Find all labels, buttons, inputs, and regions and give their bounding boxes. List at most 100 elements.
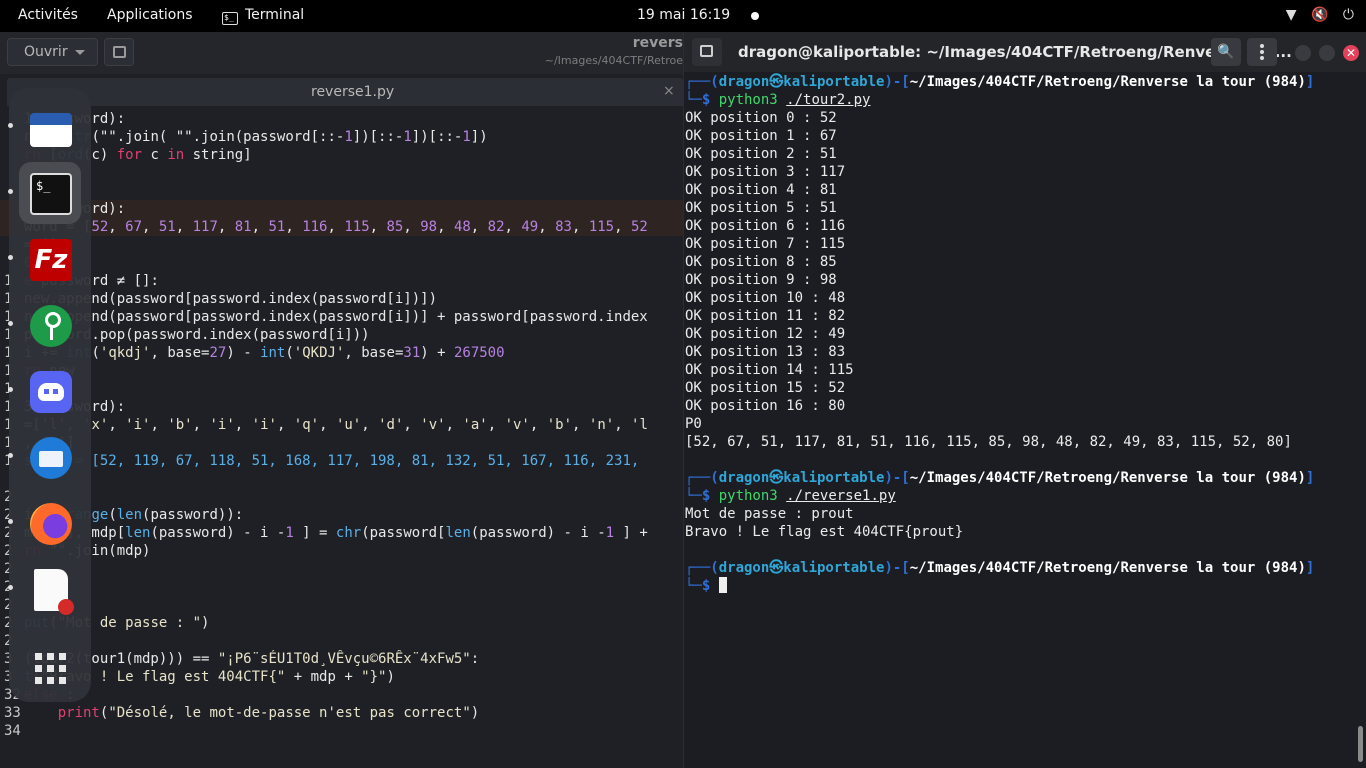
dock-item-filezilla[interactable]: Fz <box>8 228 81 290</box>
output-line: OK position 8 : 85 <box>685 254 837 270</box>
code-token: ] + <box>614 525 648 541</box>
code-line: 2 <box>0 560 683 578</box>
grid-dot-icon <box>35 653 42 660</box>
dock-item-thunderbird[interactable] <box>8 426 81 488</box>
minimize-button[interactable] <box>1295 45 1311 61</box>
terminal-output[interactable]: ┌──(dragon㉿kaliportable)-[~/Images/404CT… <box>684 72 1366 768</box>
close-button[interactable]: ✕ <box>1343 45 1359 61</box>
dock-item-apps[interactable] <box>19 634 81 696</box>
code-token: 'i' <box>125 417 151 433</box>
code-token: 31 <box>403 345 421 361</box>
output-line: OK position 10 : 48 <box>685 290 846 306</box>
code-token: 115 <box>344 219 370 235</box>
code-line: 2mdp[i], mdp[len(password) - i -1 ] = ch… <box>0 524 683 542</box>
code-line: 3(tour2(tour1(mdp))) == "¡P6¨sÉU1T0d¸VÊv… <box>0 650 683 668</box>
code-token: , <box>504 219 522 235</box>
code-line: ng = str("".join( "".join(password[::-1]… <box>0 128 683 146</box>
code-line: 1i += int('qkdj', base=27) - int('QKDJ',… <box>0 344 683 362</box>
terminal-window: dragon@kaliportable: ~/Images/404CTF/Ret… <box>683 32 1366 768</box>
command-argument: ./tour2.py <box>786 92 871 108</box>
dock-item-keepass[interactable] <box>8 294 81 356</box>
open-button-label: Ouvrir <box>24 44 68 60</box>
code-line: 1e password ≠ []: <box>0 272 683 290</box>
output-line: OK position 9 : 98 <box>685 272 837 288</box>
terminal-icon: $_ <box>30 173 72 215</box>
filezilla-icon: Fz <box>30 239 72 281</box>
code-token: 267500 <box>453 345 505 361</box>
files-icon <box>30 113 72 147</box>
terminal-title: dragon@kaliportable: ~/Images/404CTF/Ret… <box>738 43 1292 61</box>
code-token: , <box>285 219 303 235</box>
code-token: , <box>251 219 269 235</box>
dock-item-files[interactable] <box>8 96 81 158</box>
code-token: 85 <box>386 219 404 235</box>
code-token: 51 <box>158 219 176 235</box>
running-indicator-icon <box>8 387 13 392</box>
grid-dot-icon <box>47 677 54 684</box>
output-line: OK position 15 : 52 <box>685 380 846 396</box>
output-line: Bravo ! Le flag est 404CTF{prout} <box>685 524 964 540</box>
code-token: in <box>167 147 185 163</box>
activities-button[interactable]: Activités <box>18 7 78 23</box>
prompt-frame: └─$ <box>685 92 719 108</box>
open-button[interactable]: Ouvrir <box>7 38 98 66</box>
top-bar: Activités Applications $_ Terminal 19 mai… <box>0 0 1366 32</box>
code-token: , <box>150 417 168 433</box>
code-token: 'qkdj' <box>99 345 151 361</box>
close-tab-icon[interactable]: × <box>663 83 675 99</box>
output-line: OK position 11 : 82 <box>685 308 846 324</box>
app-menu[interactable]: $_ Terminal <box>222 7 304 25</box>
code-token: 1 <box>285 525 294 541</box>
menu-button[interactable] <box>1247 38 1277 66</box>
running-indicator-icon <box>8 453 13 458</box>
command-program: python3 <box>718 488 778 504</box>
code-token: 67 <box>125 219 143 235</box>
dock: $_ Fz <box>8 88 91 702</box>
code-token: (password) - i - <box>150 525 286 541</box>
code-token: string] <box>184 147 252 163</box>
applications-menu[interactable]: Applications <box>107 7 193 23</box>
chevron-down-icon <box>75 50 85 55</box>
app-menu-label: Terminal <box>245 7 305 23</box>
code-line: 3t("Bravo ! Le flag est 404CTF{" + mdp +… <box>0 668 683 686</box>
dock-item-terminal[interactable]: $_ <box>8 162 81 224</box>
clock[interactable]: 19 mai 16:19 <box>637 7 730 23</box>
output-line: [52, 67, 51, 117, 81, 51, 116, 115, 85, … <box>685 434 1292 450</box>
editor-icon <box>34 569 74 615</box>
output-line: OK position 14 : 115 <box>685 362 854 378</box>
output-line: OK position 5 : 51 <box>685 200 837 216</box>
dock-item-discord[interactable] <box>8 360 81 422</box>
code-token: 'i' <box>209 417 235 433</box>
code-token: ] = <box>293 525 336 541</box>
code-token: , <box>276 417 294 433</box>
scrollbar[interactable] <box>1358 726 1363 762</box>
code-token: 'v' <box>504 417 530 433</box>
dock-item-editor[interactable] <box>8 558 81 620</box>
system-status-area[interactable]: ▼ 🔇 ⏻ <box>1276 7 1354 23</box>
code-token: ]) <box>470 129 488 145</box>
code-area[interactable]: 1(password):ng = str("".join( "".join(pa… <box>0 110 683 768</box>
maximize-button[interactable] <box>1319 45 1335 61</box>
document-tab-label: reverse1.py <box>311 84 395 100</box>
new-tab-button[interactable] <box>692 38 722 66</box>
code-token: 'd' <box>378 417 404 433</box>
prompt-frame: )-[ <box>884 470 910 486</box>
code-token: , <box>361 417 379 433</box>
mute-icon: 🔇 <box>1311 7 1329 23</box>
new-document-button[interactable] <box>104 38 134 66</box>
code-token: , <box>437 219 454 235</box>
document-tab[interactable]: reverse1.py × <box>7 78 683 106</box>
command-program: python3 <box>718 92 778 108</box>
output-line: Mot de passe : prout <box>685 506 854 522</box>
code-token: print <box>57 705 100 721</box>
terminal-header: dragon@kaliportable: ~/Images/404CTF/Ret… <box>684 32 1366 72</box>
dock-item-firefox[interactable] <box>8 492 81 554</box>
code-token: 82 <box>487 219 505 235</box>
output-line: OK position 13 : 83 <box>685 344 846 360</box>
search-button[interactable]: 🔍 <box>1211 38 1241 66</box>
code-token: ( <box>108 507 117 523</box>
code-token: 'i' <box>251 417 277 433</box>
code-token: 81 <box>234 219 252 235</box>
